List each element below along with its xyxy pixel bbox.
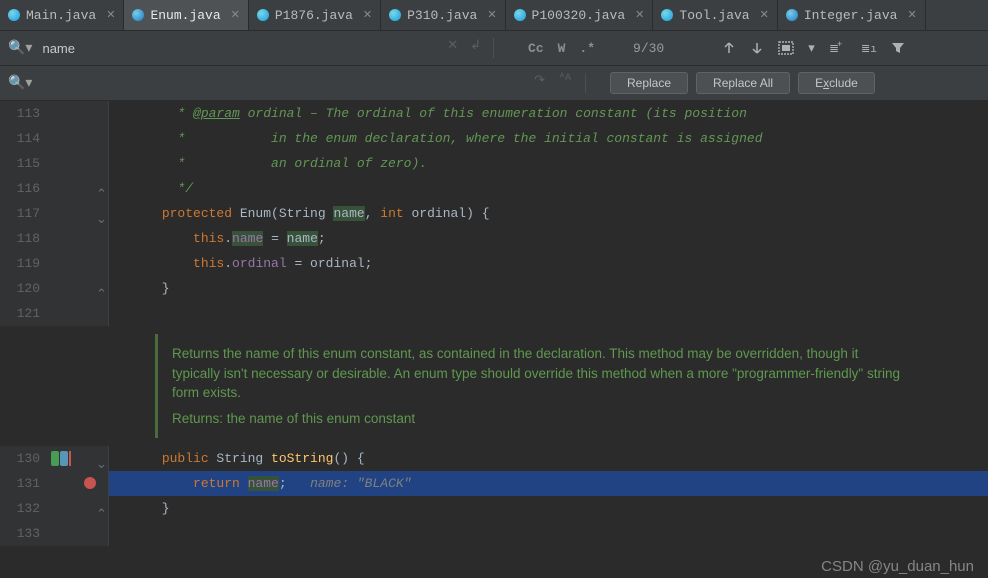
java-class-icon (132, 9, 144, 21)
close-icon[interactable]: ✕ (106, 8, 115, 22)
find-toolbar: 🔍▾ ✕ ↲ Cc W .* 9/30 ▾ ≣+ ≣ı (0, 31, 988, 66)
close-icon[interactable]: ✕ (760, 8, 769, 22)
find-input[interactable] (40, 40, 439, 57)
tab-main-java[interactable]: Main.java✕ (0, 0, 124, 30)
fold-up-icon[interactable]: ⌃ (96, 282, 106, 294)
line-number: 119 (0, 251, 48, 276)
line-number: 115 (0, 151, 48, 176)
tab-enum-java[interactable]: Enum.java✕ (124, 0, 248, 30)
tab-p1876-java[interactable]: P1876.java✕ (249, 0, 381, 30)
search-icon[interactable]: 🔍▾ (8, 75, 32, 92)
match-count: 9/30 (633, 41, 664, 56)
breakpoint-icon[interactable] (84, 477, 96, 489)
line-number: 133 (0, 521, 48, 546)
java-class-icon (786, 9, 798, 21)
fold-up-icon[interactable]: ⌃ (96, 502, 106, 514)
tab-p310-java[interactable]: P310.java✕ (381, 0, 505, 30)
java-file-icon (389, 9, 401, 21)
replace-toolbar: 🔍▾ ↷ ᴬA Replace Replace All Exclude (0, 66, 988, 101)
java-file-icon (257, 9, 269, 21)
add-selection-icon[interactable]: ≣+ (829, 41, 847, 55)
match-case-toggle[interactable]: Cc (528, 41, 544, 56)
line-number: 131 (0, 471, 48, 496)
line-number: 121 (0, 301, 48, 326)
tab-integer-java[interactable]: Integer.java✕ (778, 0, 926, 30)
words-toggle[interactable]: W (558, 41, 566, 56)
chevron-down-icon[interactable]: ▾ (808, 41, 815, 56)
fold-down-icon[interactable]: ⌄ (96, 452, 106, 464)
line-number: 118 (0, 226, 48, 251)
replace-button[interactable]: Replace (610, 72, 688, 94)
prev-match-icon[interactable] (722, 41, 736, 55)
close-icon[interactable]: ✕ (363, 8, 372, 22)
replace-all-button[interactable]: Replace All (696, 72, 790, 94)
tab-p100320-java[interactable]: P100320.java✕ (506, 0, 654, 30)
svg-text:≣ı: ≣ı (861, 44, 877, 55)
svg-text:+: + (837, 41, 842, 50)
line-number: 132 (0, 496, 48, 521)
tab-tool-java[interactable]: Tool.java✕ (653, 0, 777, 30)
watermark: CSDN @yu_duan_hun (821, 558, 974, 575)
line-number: 113 (0, 101, 48, 126)
java-file-icon (661, 9, 673, 21)
java-file-icon (8, 9, 20, 21)
java-file-icon (514, 9, 526, 21)
divider (585, 73, 586, 93)
line-number: 120 (0, 276, 48, 301)
filter-icon[interactable] (891, 41, 905, 55)
search-icon[interactable]: 🔍▾ (8, 40, 32, 57)
line-number: 114 (0, 126, 48, 151)
close-icon[interactable]: ✕ (231, 8, 240, 22)
divider (493, 38, 494, 58)
line-number: 116 (0, 176, 48, 201)
newline-toggle-icon[interactable]: ↲ (470, 38, 481, 58)
history-icon[interactable]: ↷ (534, 73, 545, 93)
fold-down-icon[interactable]: ⌄ (96, 207, 106, 219)
line-number: 130 (0, 446, 48, 471)
settings-icon[interactable]: ≣ı (861, 41, 877, 55)
next-match-icon[interactable] (750, 41, 764, 55)
regex-toggle[interactable]: .* (579, 41, 595, 56)
line-number: 117 (0, 201, 48, 226)
code-editor[interactable]: 113 * @param ordinal – The ordinal of th… (0, 101, 988, 578)
close-icon[interactable]: ✕ (907, 8, 916, 22)
select-all-icon[interactable] (778, 41, 794, 55)
exclude-button[interactable]: Exclude (798, 72, 875, 94)
quick-doc-popup: Returns the name of this enum constant, … (155, 334, 915, 438)
gutter-markers[interactable] (51, 451, 77, 466)
clear-input-icon[interactable]: ✕ (447, 38, 458, 58)
close-icon[interactable]: ✕ (635, 8, 644, 22)
aa-icon[interactable]: ᴬA (559, 73, 571, 93)
editor-tabs: Main.java✕ Enum.java✕ P1876.java✕ P310.j… (0, 0, 988, 31)
fold-up-icon[interactable]: ⌃ (96, 182, 106, 194)
close-icon[interactable]: ✕ (487, 8, 496, 22)
